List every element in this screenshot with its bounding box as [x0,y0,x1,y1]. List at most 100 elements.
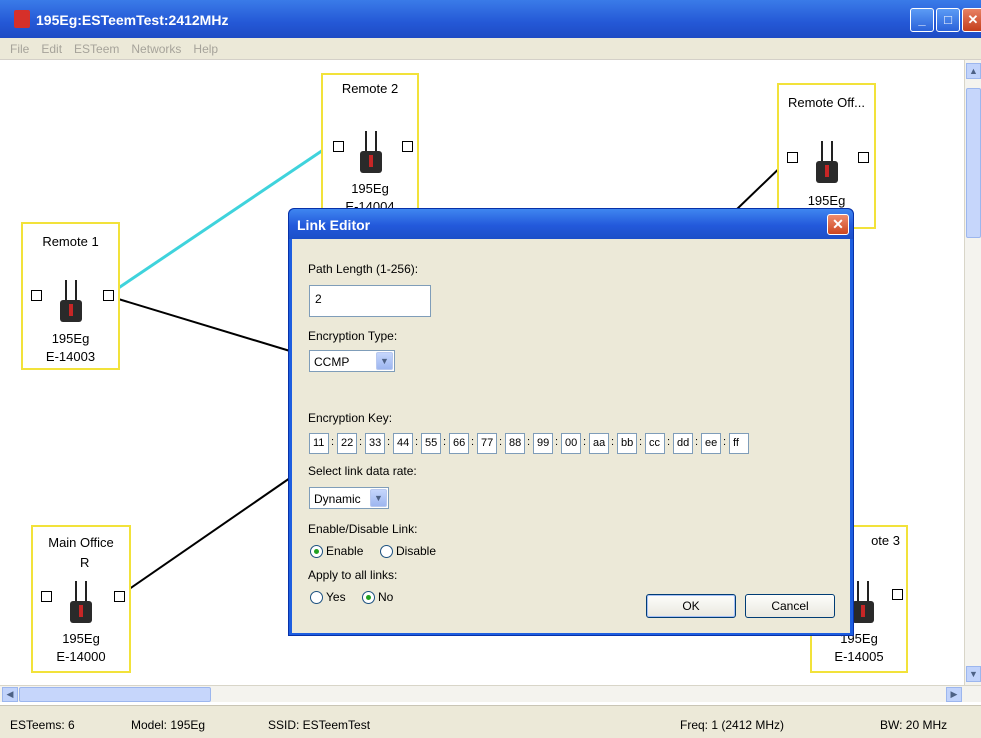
menu-help[interactable]: Help [187,38,224,56]
key-separator: : [555,436,559,448]
apply-yes-label[interactable]: Yes [326,590,346,604]
scroll-down-icon[interactable]: ▼ [966,666,981,682]
menu-file[interactable]: File [0,38,35,56]
port-right[interactable] [858,152,869,163]
port-left[interactable] [31,290,42,301]
key-separator: : [359,436,363,448]
apply-yes-radio[interactable] [310,591,323,604]
status-freq: Freq: 1 (2412 MHz) [680,718,785,732]
encryption-key-byte-14[interactable]: dd [673,433,693,454]
disable-radio[interactable] [380,545,393,558]
encryption-key-byte-6[interactable]: 66 [449,433,469,454]
key-separator: : [723,436,727,448]
radio-icon [356,131,386,173]
key-separator: : [527,436,531,448]
data-rate-label: Select link data rate: [308,464,417,478]
port-left[interactable] [787,152,798,163]
scroll-right-icon[interactable]: ▶ [946,687,962,702]
encryption-key-label: Encryption Key: [308,411,393,425]
node-name: Remote 2 [341,81,399,96]
node-remote-1[interactable]: Remote 1 195Eg E-14003 [21,222,120,370]
status-model: Model: 195Eg [131,718,206,732]
key-separator: : [639,436,643,448]
encryption-key-byte-10[interactable]: 00 [561,433,581,454]
minimize-button[interactable]: _ [910,8,934,32]
port-right[interactable] [892,589,903,600]
encryption-key-byte-7[interactable]: 77 [477,433,497,454]
chevron-down-icon[interactable]: ▼ [370,489,387,507]
key-separator: : [583,436,587,448]
vertical-scroll-thumb[interactable] [966,88,981,238]
data-rate-select[interactable]: Dynamic ▼ [309,487,389,509]
key-separator: : [471,436,475,448]
app-icon [14,10,30,28]
node-model: 195Eg [807,193,846,208]
path-length-input[interactable]: 2 [309,285,431,317]
enable-disable-label: Enable/Disable Link: [308,522,418,536]
node-role: R [80,555,90,570]
apply-all-label: Apply to all links: [308,568,398,582]
enable-radio-label[interactable]: Enable [326,544,363,558]
node-serial: E-14000 [56,649,106,664]
key-separator: : [415,436,419,448]
chevron-down-icon[interactable]: ▼ [376,352,393,370]
port-right[interactable] [402,141,413,152]
dialog-body: Path Length (1-256): 2 Encryption Type: … [292,239,850,633]
encryption-type-select[interactable]: CCMP ▼ [309,350,395,372]
link-editor-dialog: Link Editor ✕ Path Length (1-256): 2 Enc… [288,208,854,636]
menu-networks[interactable]: Networks [125,38,187,56]
port-left[interactable] [333,141,344,152]
encryption-key-byte-16[interactable]: ff [729,433,749,454]
encryption-type-label: Encryption Type: [308,329,398,343]
cancel-button[interactable]: Cancel [745,594,835,618]
encryption-key-byte-1[interactable]: 11 [309,433,329,454]
key-separator: : [695,436,699,448]
menu-esteem[interactable]: ESTeem [68,38,125,56]
radio-icon [812,141,842,183]
status-esteems: ESTeems: 6 [10,718,75,732]
enable-radio[interactable] [310,545,323,558]
apply-no-radio[interactable] [362,591,375,604]
encryption-key-byte-13[interactable]: cc [645,433,665,454]
key-separator: : [443,436,447,448]
encryption-key-byte-5[interactable]: 55 [421,433,441,454]
encryption-key-byte-11[interactable]: aa [589,433,609,454]
data-rate-value: Dynamic [314,492,361,506]
link-mainoffice-dialog[interactable] [121,477,291,595]
port-right[interactable] [114,591,125,602]
scroll-up-icon[interactable]: ▲ [966,63,981,79]
encryption-key-byte-15[interactable]: ee [701,433,721,454]
port-left[interactable] [41,591,52,602]
dialog-close-button[interactable]: ✕ [827,214,849,235]
status-bw: BW: 20 MHz [880,718,948,732]
ok-button[interactable]: OK [646,594,736,618]
menu-edit[interactable]: Edit [35,38,68,56]
node-remote-2[interactable]: Remote 2 195Eg E-14004 [321,73,419,214]
radio-icon [56,280,86,322]
port-right[interactable] [103,290,114,301]
disable-radio-label[interactable]: Disable [396,544,436,558]
key-separator: : [331,436,335,448]
apply-no-label[interactable]: No [378,590,393,604]
status-bar: ESTeems: 6 Model: 195Eg SSID: ESTeemTest… [0,705,981,738]
encryption-key-byte-8[interactable]: 88 [505,433,525,454]
node-name: Remote 1 [42,234,99,249]
encryption-key-byte-9[interactable]: 99 [533,433,553,454]
horizontal-scrollbar[interactable]: ◀ ▶ [0,685,981,702]
close-button[interactable]: ✕ [962,8,981,32]
encryption-key-byte-2[interactable]: 22 [337,433,357,454]
maximize-button[interactable]: □ [936,8,960,32]
key-separator: : [387,436,391,448]
key-separator: : [667,436,671,448]
status-ssid: SSID: ESTeemTest [268,718,371,732]
encryption-key-byte-3[interactable]: 33 [365,433,385,454]
encryption-key-byte-12[interactable]: bb [617,433,637,454]
horizontal-scroll-thumb[interactable] [19,687,211,702]
link-remote1-dialog[interactable] [114,297,291,352]
scroll-left-icon[interactable]: ◀ [2,687,18,702]
node-model: 195Eg [62,631,100,646]
encryption-key-byte-4[interactable]: 44 [393,433,413,454]
path-length-label: Path Length (1-256): [308,262,419,276]
node-main-office[interactable]: Main Office R 195Eg E-14000 [31,525,131,673]
vertical-scrollbar[interactable]: ▲ ▼ [964,60,981,685]
